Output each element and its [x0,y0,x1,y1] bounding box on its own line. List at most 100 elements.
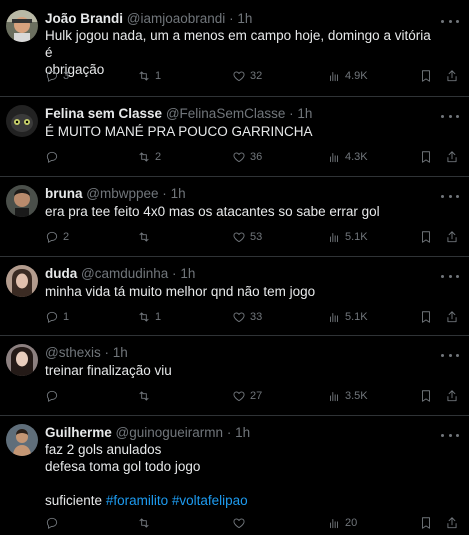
retweet-button[interactable]: 1 [137,308,161,326]
views-button[interactable]: 5.1K [327,228,368,246]
separator-dot: · [289,106,294,121]
avatar[interactable] [6,424,38,456]
share-button[interactable] [445,514,459,532]
display-name[interactable]: bruna [45,186,83,201]
tweet-text: minha vida tá muito melhor qnd não tem j… [45,283,439,300]
views-button[interactable]: 4.3K [327,148,368,166]
retweet-count: 1 [155,311,162,323]
display-name[interactable]: Felina sem Classe [45,106,162,121]
like-icon [233,152,245,163]
views-icon [330,233,338,243]
share-icon [447,70,457,82]
tweet[interactable]: bruna @mbwppee · 1h era pra tee feito 4x… [0,177,469,257]
like-icon [233,391,245,402]
action-bar: 20 [45,514,469,532]
reply-button[interactable] [45,148,63,166]
more-icon[interactable] [441,191,459,201]
user-handle[interactable]: @sthexis [45,345,101,360]
bookmark-button[interactable] [419,387,433,405]
user-handle[interactable]: @mbwppee [86,186,158,201]
separator-dot: · [172,266,177,281]
retweet-icon [139,152,149,162]
avatar[interactable] [6,265,38,297]
user-handle[interactable]: @iamjoaobrandi [127,11,226,26]
like-button[interactable]: 32 [232,67,262,85]
user-handle[interactable]: @camdudinha [81,266,168,281]
timestamp[interactable]: 1h [237,11,252,26]
display-name[interactable]: Guilherme [45,425,112,440]
reply-icon [46,151,58,163]
views-button[interactable]: 20 [327,514,357,532]
avatar[interactable] [6,185,38,217]
bookmark-button[interactable] [419,514,433,532]
retweet-button[interactable]: 2 [137,148,161,166]
views-button[interactable]: 4.9K [327,67,368,85]
more-icon[interactable] [441,111,459,121]
retweet-icon [139,71,149,81]
like-count: 32 [250,70,263,82]
bookmark-button[interactable] [419,67,433,85]
reply-button[interactable]: 3 [45,67,69,85]
bookmark-button[interactable] [419,308,433,326]
tweet[interactable]: duda @camdudinha · 1h minha vida tá muit… [0,257,469,336]
timestamp[interactable]: 1h [235,425,250,440]
retweet-icon [139,312,149,322]
separator-dot: · [104,345,110,360]
retweet-button[interactable] [137,514,155,532]
user-handle[interactable]: @guinogueirarmn [116,425,224,440]
like-button[interactable]: 27 [232,387,262,405]
bookmark-button[interactable] [419,148,433,166]
share-button[interactable] [445,308,459,326]
share-button[interactable] [445,67,459,85]
tweet[interactable]: Guilherme @guinogueirarmn · 1h faz 2 gol… [0,416,469,535]
view-count: 5.1K [345,231,368,243]
bookmark-button[interactable] [419,228,433,246]
reply-button[interactable] [45,514,63,532]
tweet-text-line: minha vida tá muito melhor qnd não tem j… [45,284,316,299]
tweet-text-line: É MUITO MANÉ PRA POUCO GARRINCHA [45,124,313,139]
display-name[interactable]: João Brandi [45,11,123,26]
like-icon [233,232,245,243]
views-button[interactable]: 5.1K [327,308,368,326]
more-icon[interactable] [441,271,459,281]
views-icon [330,392,338,402]
avatar[interactable] [6,10,38,42]
views-button[interactable]: 3.5K [327,387,368,405]
separator-dot: · [162,186,167,201]
share-button[interactable] [445,148,459,166]
timestamp[interactable]: 1h [180,266,195,281]
view-count: 3.5K [345,390,368,402]
timestamp[interactable]: 1h [171,186,186,201]
reply-button[interactable]: 1 [45,308,69,326]
retweet-button[interactable] [137,228,155,246]
like-button[interactable]: 36 [232,148,262,166]
user-handle[interactable]: @FelinaSemClasse [166,106,286,121]
bookmark-icon [422,151,430,163]
display-name[interactable]: duda [45,266,77,281]
share-button[interactable] [445,228,459,246]
action-bar: 2 53 5.1K [45,228,469,246]
retweet-button[interactable]: 1 [137,67,161,85]
timestamp[interactable]: 1h [113,345,128,360]
tweet[interactable]: @sthexis · 1h treinar finalização viu 27 [0,336,469,416]
tweet[interactable]: João Brandi @iamjoaobrandi · 1h Hulk jog… [0,0,469,97]
timestamp[interactable]: 1h [297,106,312,121]
share-button[interactable] [445,387,459,405]
avatar[interactable] [6,344,38,376]
more-icon[interactable] [441,16,459,26]
like-button[interactable]: 53 [232,228,262,246]
like-button[interactable]: 33 [232,308,262,326]
tweet[interactable]: Felina sem Classe @FelinaSemClasse · 1h … [0,97,469,177]
hashtag-link[interactable]: #foramilito [106,493,168,508]
reply-button[interactable]: 2 [45,228,69,246]
tweet-header: João Brandi @iamjoaobrandi · 1h [45,10,429,27]
more-icon[interactable] [441,350,459,360]
like-count: 53 [250,231,263,243]
avatar[interactable] [6,105,38,137]
share-icon [447,231,457,243]
reply-button[interactable] [45,387,63,405]
retweet-button[interactable] [137,387,155,405]
more-icon[interactable] [441,430,459,440]
hashtag-link[interactable]: #voltafelipao [172,493,248,508]
like-button[interactable] [232,514,250,532]
